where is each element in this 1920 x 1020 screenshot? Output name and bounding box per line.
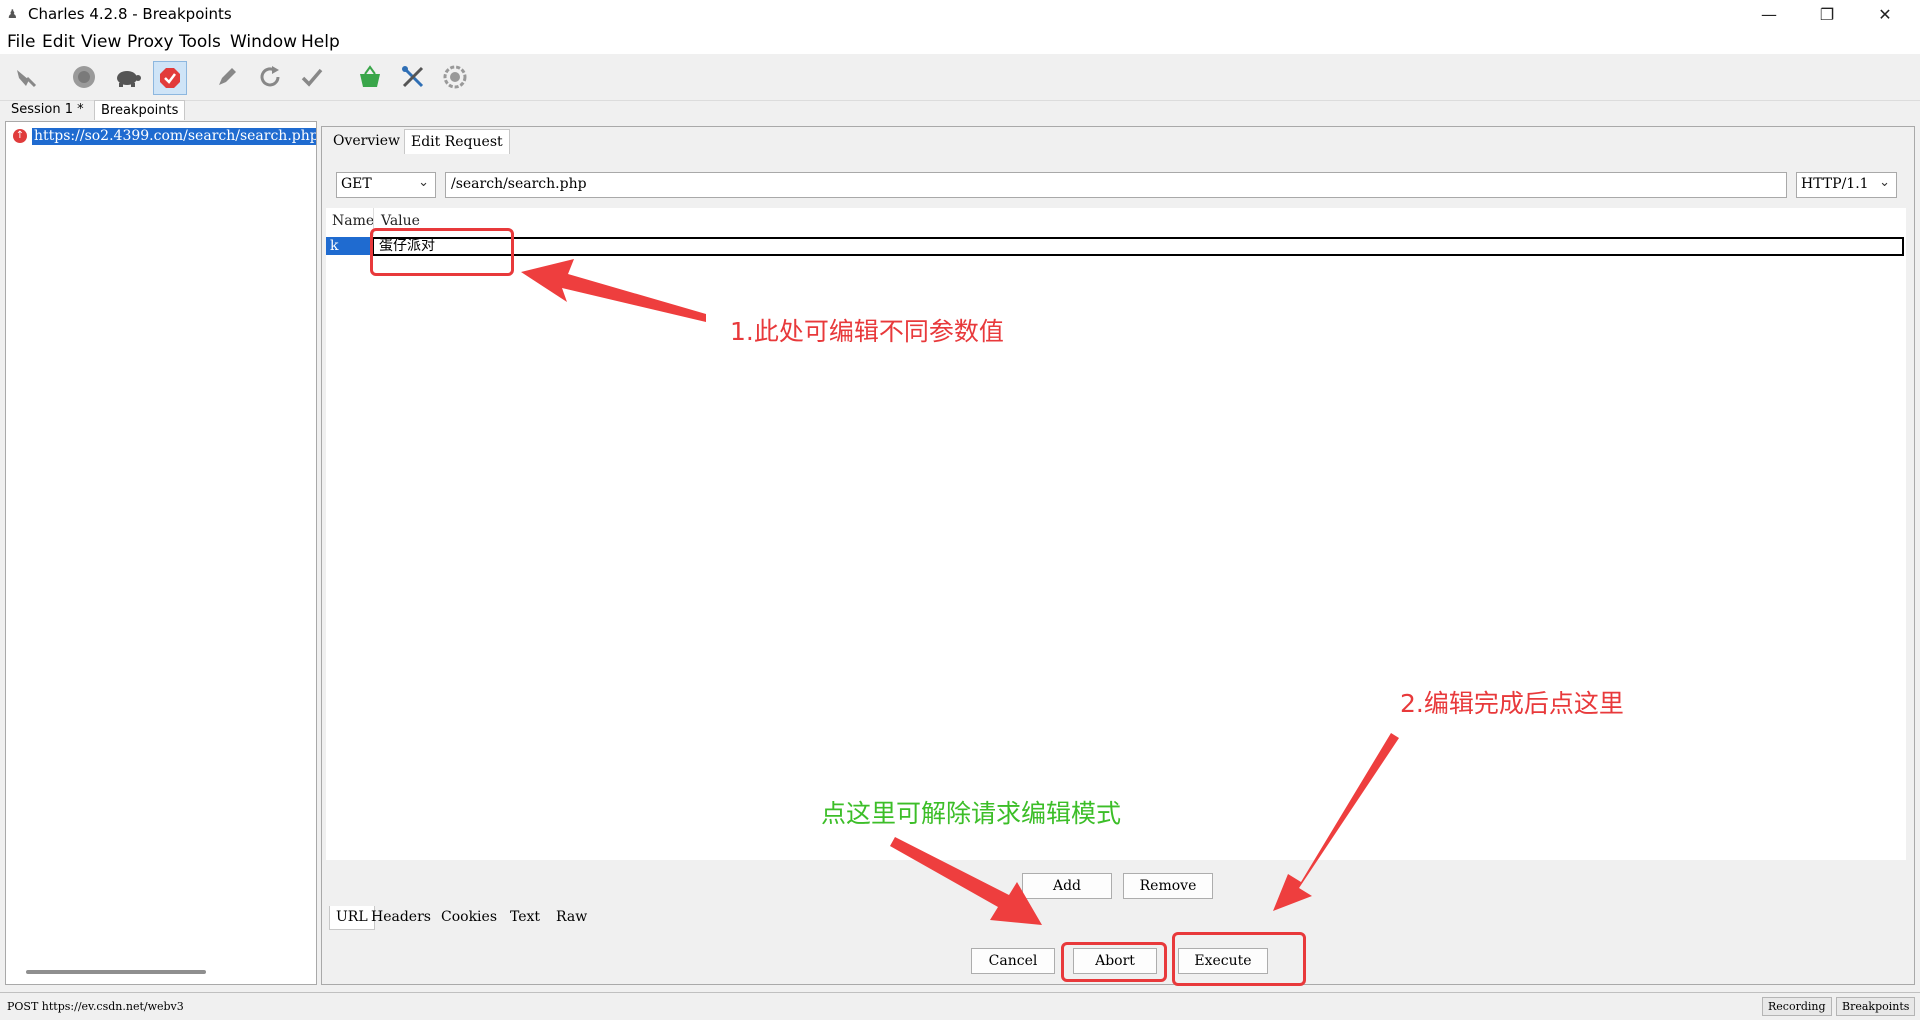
arrow-to-execute-icon	[1273, 733, 1399, 911]
arrow-to-abort-icon	[890, 837, 1042, 925]
arrow-to-value-icon	[521, 259, 706, 322]
annotation-arrows	[521, 259, 1399, 925]
